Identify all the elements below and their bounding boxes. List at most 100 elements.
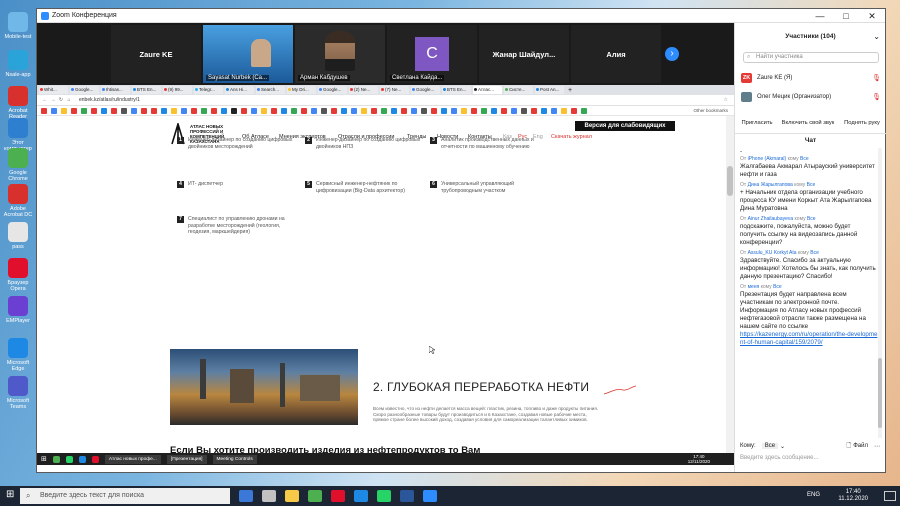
bookmark-icon[interactable] [531,107,537,114]
invite-button[interactable]: Пригласить [739,118,775,128]
notifications-icon[interactable] [884,491,896,501]
video-tile[interactable]: Алия [571,25,661,83]
chat-scrollbar[interactable] [878,148,882,438]
bookmark-icon[interactable] [141,107,147,114]
chat-sender[interactable]: iPhone (Akmaral) [748,156,787,162]
next-page-button[interactable]: › [665,47,679,61]
desktop-icon[interactable]: EMPlayer [2,296,34,324]
browser-tab[interactable]: BTS En... [132,86,161,94]
browser-tab[interactable]: Whit... [39,86,68,94]
browser-tab[interactable]: Google... [318,86,347,94]
browser-tab[interactable]: (9) 99... [163,86,192,94]
chat-input[interactable]: Введите здесь сообщение... [740,455,880,461]
profession-item[interactable]: 5 Сервисный инженер-нефтяник по цифровиза… [305,181,430,194]
bookmark-icon[interactable] [211,107,217,114]
browser-tab[interactable]: Google... [411,86,440,94]
taskbar-pinned-app-icon[interactable] [285,490,299,502]
home-icon[interactable]: ⌂ [65,97,73,103]
windows-start-icon[interactable]: ⊞ [6,489,14,500]
bookmark-icon[interactable] [541,107,547,114]
desktop-icon[interactable]: Google Chrome [2,148,34,182]
other-bookmarks[interactable]: Other bookmarks [693,108,728,113]
raise-hand-button[interactable]: Поднять руку [841,118,883,128]
chat-link[interactable]: https://kazenergy.com/ru/operation/the-d… [740,331,877,346]
bookmark-icon[interactable] [91,107,97,114]
bookmark-icon[interactable] [251,107,257,114]
video-tile[interactable]: Sayasat Nurbek (Ca... [203,25,293,83]
desktop-icon[interactable]: Браузер Opera [2,258,34,292]
low-vision-button[interactable]: Версия для слабовидящих [575,121,675,131]
taskbar-pinned-app-icon[interactable] [377,490,391,502]
bookmark-icon[interactable] [471,107,477,114]
video-tile[interactable]: C Светлана Кайда... [387,25,477,83]
bookmark-icon[interactable] [51,107,57,114]
video-tile[interactable]: Жанар Шайдул... [479,25,569,83]
bookmark-icon[interactable] [311,107,317,114]
language-indicator[interactable]: ENG [807,492,820,498]
bookmark-icon[interactable] [461,107,467,114]
browser-tab[interactable]: Telegr... [194,86,223,94]
desktop-icon[interactable]: Adobe Acrobat DC [2,184,34,218]
recipient-select[interactable]: Все [761,443,779,449]
bookmark-icon[interactable] [131,107,137,114]
video-tile[interactable]: Арман Кабдушев [295,25,385,83]
video-tile[interactable]: Zaure KE [111,25,201,83]
profession-item[interactable]: 4 ИТ- диспетчер [177,181,302,188]
profession-item[interactable]: 2 Инженер-дизайнер по созданию цифровых д… [305,137,430,150]
chevron-down-icon[interactable]: ⌄ [780,443,785,450]
bookmark-icon[interactable] [421,107,427,114]
taskbar-pinned-app-icon[interactable] [308,490,322,502]
file-button[interactable]: Файл [853,443,868,449]
bookmark-icon[interactable] [101,107,107,114]
unmute-button[interactable]: Включить свой звук [777,118,839,128]
taskbar-app-icon[interactable] [65,455,73,463]
bookmark-icon[interactable] [261,107,267,114]
bookmark-icon[interactable] [521,107,527,114]
mic-muted-icon[interactable]: 🎙︎ [872,74,881,82]
bookmark-icon[interactable] [371,107,377,114]
star-icon[interactable]: ☆ [724,97,728,103]
taskbar-app-icon[interactable] [78,455,86,463]
desktop-icon[interactable]: pass [2,222,34,250]
browser-tab[interactable]: (7) Ne... [380,86,409,94]
more-icon[interactable]: ⋯ [874,443,880,450]
desktop-icon[interactable]: Mobile-test [2,12,34,40]
bookmark-icon[interactable] [121,107,127,114]
taskbar-app-icon[interactable] [52,455,60,463]
browser-tab[interactable]: Post An... [535,86,564,94]
desktop-icon[interactable]: Microsoft Edge [2,338,34,372]
bookmark-icon[interactable] [481,107,487,114]
profession-item[interactable]: 1 Инженер-дизайнер по созданию цифровых д… [177,137,302,150]
participant-row[interactable]: Олег Мецик (Организатор) 🎙︎ [741,91,881,103]
desktop-icon[interactable]: Этот компьютер [2,118,34,152]
bookmark-icon[interactable] [161,107,167,114]
chat-sender[interactable]: меня [748,284,760,290]
os-search-box[interactable]: ⌕ Введите здесь текст для поиска [20,488,230,504]
maximize-button[interactable]: □ [833,9,859,23]
bookmark-icon[interactable] [81,107,87,114]
taskbar-pinned-app-icon[interactable] [400,490,414,502]
profession-item[interactable]: 6 Универсальный управляющий трубопроводны… [430,181,555,194]
bookmark-icon[interactable] [561,107,567,114]
desktop-icon[interactable]: Acrobat Reader [2,86,34,120]
bookmark-icon[interactable] [571,107,577,114]
bookmark-icon[interactable] [191,107,197,114]
browser-tab[interactable]: Систе... [504,86,533,94]
browser-tab[interactable]: Атлас... [473,86,502,94]
taskbar-pinned-app-icon[interactable] [423,490,437,502]
browser-tab[interactable]: Search... [256,86,285,94]
bookmark-icon[interactable] [381,107,387,114]
bookmark-icon[interactable] [321,107,327,114]
taskbar-pinned-app-icon[interactable] [239,490,253,502]
bookmark-icon[interactable] [391,107,397,114]
bookmark-icon[interactable] [61,107,67,114]
bookmark-icon[interactable] [281,107,287,114]
chat-sender[interactable]: Assulu_KU Korkyt Ata [748,250,797,256]
url-text[interactable]: enbek.kz/atlas/ru/industry/1 [79,97,140,103]
bookmark-icon[interactable] [331,107,337,114]
bookmark-icon[interactable] [401,107,407,114]
os-clock[interactable]: 17:40 11.12.2020 [838,489,868,503]
bookmark-icon[interactable] [181,107,187,114]
back-icon[interactable]: ← [41,97,49,103]
chat-scrollbar-thumb[interactable] [878,358,882,428]
